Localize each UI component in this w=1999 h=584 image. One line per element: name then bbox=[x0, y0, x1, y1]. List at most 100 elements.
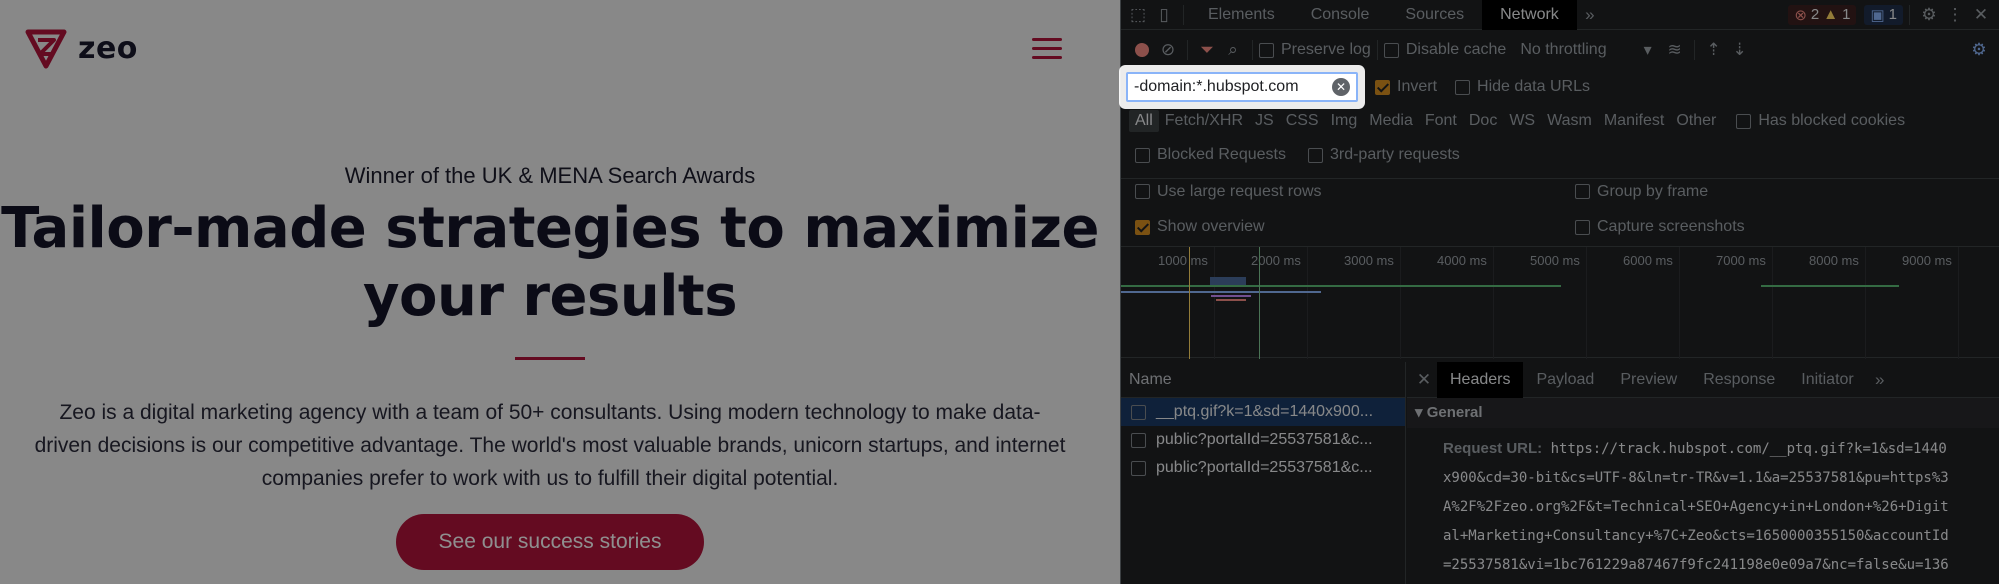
export-har-icon[interactable]: ⇣ bbox=[1727, 37, 1753, 63]
details-tabbar: ✕ Headers Payload Preview Response Initi… bbox=[1407, 361, 1999, 398]
tab-console[interactable]: Console bbox=[1293, 0, 1388, 30]
preserve-log-checkbox[interactable]: Preserve log bbox=[1259, 41, 1371, 59]
chevron-down-icon: ▾ bbox=[1643, 42, 1652, 59]
request-row[interactable]: public?portalId=25537581&c... bbox=[1121, 454, 1405, 482]
hide-data-urls-checkbox[interactable]: Hide data URLs bbox=[1455, 78, 1590, 96]
tick-gridline bbox=[1493, 247, 1494, 359]
network-toolbar: ⊘ ⏷ ⌕ Preserve log Disable cache No thro… bbox=[1121, 34, 1999, 66]
type-all[interactable]: All bbox=[1129, 110, 1159, 132]
kebab-menu-icon[interactable]: ⋮ bbox=[1942, 2, 1968, 28]
type-font[interactable]: Font bbox=[1419, 112, 1463, 130]
messages-badge[interactable]: ▣ 1 bbox=[1864, 4, 1903, 25]
error-count-badge[interactable]: ⊗ 2 ▲ 1 bbox=[1788, 4, 1857, 25]
disable-cache-checkbox[interactable]: Disable cache bbox=[1383, 41, 1507, 59]
zeo-logo[interactable]: zeo bbox=[24, 26, 138, 70]
type-media[interactable]: Media bbox=[1363, 112, 1419, 130]
type-filter-bar: All Fetch/XHR JS CSS Img Media Font Doc … bbox=[1121, 108, 1999, 134]
tick-gridline bbox=[1586, 247, 1587, 359]
network-conditions-icon[interactable]: ≋ bbox=[1662, 37, 1688, 63]
tab-network[interactable]: Network bbox=[1482, 0, 1577, 30]
record-icon[interactable] bbox=[1129, 37, 1155, 63]
search-icon[interactable]: ⌕ bbox=[1220, 37, 1246, 63]
type-js[interactable]: JS bbox=[1249, 112, 1280, 130]
capture-screenshots-checkbox[interactable]: Capture screenshots bbox=[1575, 218, 1745, 236]
divider bbox=[1183, 4, 1184, 25]
url-line: =25537581&vi=1bc761229a87467f9fc241198e0… bbox=[1443, 557, 1949, 573]
type-css[interactable]: CSS bbox=[1280, 112, 1325, 130]
filter-input[interactable]: -domain:*.hubspot.com ✕ bbox=[1126, 72, 1358, 102]
tick-label: 6000 ms bbox=[1623, 253, 1673, 268]
hamburger-menu-icon[interactable] bbox=[1032, 38, 1062, 60]
message-icon: ▣ bbox=[1870, 6, 1885, 24]
hero-line-1: Tailor-made strategies to maximize bbox=[1, 196, 1099, 261]
divider bbox=[1187, 40, 1188, 60]
import-har-icon[interactable]: ⇡ bbox=[1701, 37, 1727, 63]
blocked-requests-checkbox[interactable]: Blocked Requests bbox=[1135, 146, 1286, 164]
filter-icon[interactable]: ⏷ bbox=[1194, 37, 1220, 63]
waterfall-bar bbox=[1211, 295, 1251, 297]
request-row[interactable]: __ptq.gif?k=1&sd=1440x900... bbox=[1121, 398, 1405, 426]
tab-preview[interactable]: Preview bbox=[1607, 362, 1690, 398]
settings-gear-icon[interactable]: ⚙ bbox=[1916, 2, 1942, 28]
success-stories-button[interactable]: See our success stories bbox=[396, 514, 704, 570]
large-rows-label: Use large request rows bbox=[1157, 182, 1322, 200]
network-overview-timeline[interactable]: 1000 ms 2000 ms 3000 ms 4000 ms 5000 ms … bbox=[1121, 246, 1999, 359]
tab-initiator[interactable]: Initiator bbox=[1788, 362, 1866, 398]
request-row[interactable]: public?portalId=25537581&c... bbox=[1121, 426, 1405, 454]
tick-label: 9000 ms bbox=[1902, 253, 1952, 268]
tick-label: 3000 ms bbox=[1344, 253, 1394, 268]
type-other[interactable]: Other bbox=[1670, 112, 1722, 130]
blocked-row: Blocked Requests 3rd-party requests bbox=[1121, 142, 1999, 168]
waterfall-bar bbox=[1216, 299, 1246, 301]
network-settings-gear-icon[interactable]: ⚙ bbox=[1966, 37, 1992, 63]
clear-filter-icon[interactable]: ✕ bbox=[1332, 78, 1350, 96]
clear-icon[interactable]: ⊘ bbox=[1155, 37, 1181, 63]
disable-cache-label: Disable cache bbox=[1405, 41, 1507, 58]
general-section-header[interactable]: ▾ General bbox=[1407, 398, 1999, 428]
large-rows-checkbox[interactable]: Use large request rows bbox=[1135, 183, 1575, 201]
close-details-icon[interactable]: ✕ bbox=[1411, 367, 1437, 393]
request-url-value[interactable]: Request URL: https://track.hubspot.com/_… bbox=[1407, 428, 1997, 580]
type-doc[interactable]: Doc bbox=[1463, 112, 1503, 130]
divider bbox=[1376, 40, 1378, 60]
request-details: ✕ Headers Payload Preview Response Initi… bbox=[1407, 361, 1999, 584]
close-icon[interactable]: ✕ bbox=[1968, 2, 1994, 28]
award-kicker: Winner of the UK & MENA Search Awards bbox=[344, 163, 756, 188]
checkbox-box bbox=[1259, 42, 1274, 58]
tab-payload[interactable]: Payload bbox=[1523, 362, 1607, 398]
invert-checkbox[interactable]: Invert bbox=[1375, 78, 1437, 96]
hero-lead: Zeo is a digital marketing agency with a… bbox=[30, 396, 1070, 495]
tab-sources[interactable]: Sources bbox=[1387, 0, 1482, 30]
show-overview-checkbox[interactable]: Show overview bbox=[1135, 218, 1575, 236]
blocked-cookies-checkbox[interactable]: Has blocked cookies bbox=[1736, 112, 1905, 130]
tick-gridline bbox=[1865, 247, 1866, 359]
type-wasm[interactable]: Wasm bbox=[1541, 112, 1598, 130]
type-fetch-xhr[interactable]: Fetch/XHR bbox=[1159, 112, 1249, 130]
message-count: 1 bbox=[1888, 6, 1897, 23]
tab-elements[interactable]: Elements bbox=[1190, 0, 1293, 30]
checkbox-box bbox=[1455, 79, 1471, 95]
file-icon bbox=[1131, 460, 1146, 476]
device-toolbar-icon[interactable]: ▯ bbox=[1151, 2, 1177, 28]
third-party-checkbox[interactable]: 3rd-party requests bbox=[1307, 146, 1460, 164]
type-img[interactable]: Img bbox=[1325, 112, 1364, 130]
more-tabs-icon[interactable]: » bbox=[1577, 2, 1603, 28]
lead-line-3: companies prefer to work with us to fulf… bbox=[261, 467, 839, 490]
type-ws[interactable]: WS bbox=[1503, 112, 1541, 130]
triangle-down-icon: ▾ bbox=[1415, 404, 1427, 421]
hero-heading: Tailor-made strategies to maximize your … bbox=[0, 195, 1100, 331]
url-line: https://track.hubspot.com/__ptq.gif?k=1&… bbox=[1550, 441, 1947, 457]
group-by-frame-checkbox[interactable]: Group by frame bbox=[1575, 183, 1708, 201]
file-icon bbox=[1131, 404, 1146, 420]
throttling-select[interactable]: No throttling ▾ bbox=[1520, 40, 1651, 60]
type-manifest[interactable]: Manifest bbox=[1598, 112, 1670, 130]
name-column-header[interactable]: Name bbox=[1121, 362, 1405, 398]
warning-icon: ▲ bbox=[1823, 6, 1839, 23]
divider bbox=[1252, 40, 1253, 60]
inspect-element-icon[interactable]: ⬚ bbox=[1125, 2, 1151, 28]
hide-data-urls-label: Hide data URLs bbox=[1477, 78, 1590, 95]
tab-headers[interactable]: Headers bbox=[1437, 361, 1524, 398]
more-tabs-icon[interactable]: » bbox=[1867, 367, 1893, 393]
tab-response[interactable]: Response bbox=[1690, 362, 1788, 398]
checkbox-box bbox=[1307, 147, 1323, 163]
